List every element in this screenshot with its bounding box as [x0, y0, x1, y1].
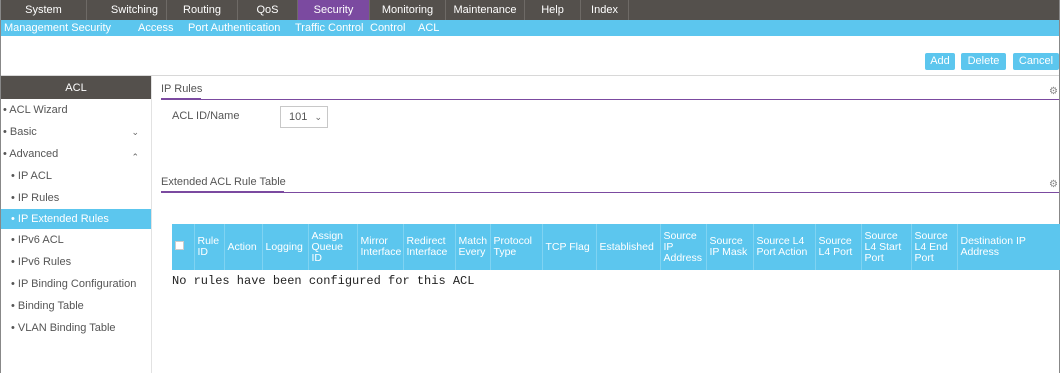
sidebar-item-label: • IP Rules	[11, 192, 60, 204]
tab-help[interactable]: Help	[525, 0, 581, 20]
sub-nav: Management Security Access Port Authenti…	[1, 20, 1059, 36]
sidebar-item-ip-binding-configuration[interactable]: • IP Binding Configuration	[1, 273, 151, 295]
top-nav: System Switching Routing QoS Security Mo…	[1, 0, 1059, 20]
ip-rules-divider	[161, 99, 1059, 100]
column-header: Source IP Address	[660, 224, 707, 270]
chevron-down-icon: ⌄	[314, 112, 322, 122]
column-header: Logging	[262, 224, 309, 270]
subtab-access[interactable]: Access	[138, 20, 188, 36]
sidebar-item-label: • Basic	[3, 126, 37, 138]
sidebar: ACL • ACL Wizard • Basic ⌄ • Advanced ⌃ • …	[1, 76, 152, 373]
sidebar-item-ipv6-rules[interactable]: • IPv6 Rules	[1, 251, 151, 273]
chevron-down-icon: ⌄	[131, 127, 139, 137]
column-header: Source L4 End Port	[911, 224, 958, 270]
sidebar-item-label: • Binding Table	[11, 300, 84, 312]
column-header: Rule ID	[194, 224, 225, 270]
column-header: Action	[224, 224, 263, 270]
tab-routing[interactable]: Routing	[167, 0, 238, 20]
sidebar-item-advanced[interactable]: • Advanced ⌃	[1, 143, 151, 165]
sidebar-item-label: • Advanced	[3, 148, 59, 160]
sidebar-item-label: • IPv6 Rules	[11, 256, 72, 268]
tab-qos[interactable]: QoS	[238, 0, 298, 20]
sidebar-item-label: • IPv6 ACL	[11, 234, 64, 246]
sidebar-item-acl-wizard[interactable]: • ACL Wizard	[1, 99, 151, 121]
sidebar-item-basic[interactable]: • Basic ⌄	[1, 121, 151, 143]
tab-system[interactable]: System	[1, 0, 87, 20]
sidebar-item-ipv6-acl[interactable]: • IPv6 ACL	[1, 229, 151, 251]
tab-index[interactable]: Index	[581, 0, 629, 20]
tab-security[interactable]: Security	[298, 0, 370, 20]
tab-maintenance[interactable]: Maintenance	[446, 0, 525, 20]
sidebar-item-label: • ACL Wizard	[3, 104, 68, 116]
acl-id-select[interactable]: 101 ⌄	[280, 106, 328, 128]
subtab-traffic-control[interactable]: Traffic Control	[295, 20, 370, 36]
acl-id-label: ACL ID/Name	[172, 110, 240, 122]
column-header: TCP Flag	[542, 224, 597, 270]
gear-icon[interactable]: ⚙	[1049, 179, 1058, 190]
checkbox-icon	[175, 241, 184, 250]
sidebar-item-label: • IP ACL	[11, 170, 52, 182]
column-header: Redirect Interface	[403, 224, 456, 270]
empty-table-message: No rules have been configured for this A…	[172, 274, 475, 288]
ip-rules-section-title: IP Rules	[161, 83, 203, 95]
subtab-management-security[interactable]: Management Security	[4, 20, 138, 36]
column-header: Established	[596, 224, 661, 270]
column-header: Destination IP Address	[957, 224, 1060, 270]
tab-switching[interactable]: Switching	[87, 0, 167, 20]
sidebar-item-vlan-binding-table[interactable]: • VLAN Binding Table	[1, 317, 151, 339]
add-button[interactable]: Add	[925, 53, 955, 70]
column-header: Source L4 Start Port	[861, 224, 912, 270]
tab-monitoring[interactable]: Monitoring	[370, 0, 446, 20]
rule-table-section-title: Extended ACL Rule Table	[161, 176, 286, 188]
sidebar-item-ip-acl[interactable]: • IP ACL	[1, 165, 151, 187]
column-header: Assign Queue ID	[308, 224, 358, 270]
column-header: Source IP Mask	[706, 224, 754, 270]
toolbar: Add Delete Cancel	[1, 36, 1059, 76]
table-header-row: Rule ID Action Logging Assign Queue ID M…	[172, 224, 1060, 270]
subtab-acl[interactable]: ACL	[418, 20, 448, 36]
sidebar-item-binding-table[interactable]: • Binding Table	[1, 295, 151, 317]
sidebar-header: ACL	[1, 76, 151, 99]
select-all-checkbox[interactable]	[172, 224, 195, 270]
gear-icon[interactable]: ⚙	[1049, 86, 1058, 97]
sidebar-item-ip-rules[interactable]: • IP Rules	[1, 187, 151, 209]
sidebar-item-label: • VLAN Binding Table	[11, 322, 116, 334]
table-row: No rules have been configured for this A…	[172, 270, 1060, 292]
sidebar-item-ip-extended-rules[interactable]: • IP Extended Rules	[1, 209, 151, 229]
sidebar-item-label: • IP Binding Configuration	[11, 278, 137, 290]
rule-table-divider	[161, 192, 1059, 193]
extended-acl-rule-table: Rule ID Action Logging Assign Queue ID M…	[172, 224, 1060, 292]
acl-id-value: 101	[289, 111, 308, 123]
sidebar-item-label: • IP Extended Rules	[11, 213, 109, 225]
column-header: Match Every	[455, 224, 491, 270]
cancel-button[interactable]: Cancel	[1013, 53, 1059, 70]
column-header: Source L4 Port	[815, 224, 862, 270]
column-header: Source L4 Port Action	[753, 224, 816, 270]
delete-button[interactable]: Delete	[961, 53, 1006, 70]
column-header: Mirror Interface	[357, 224, 404, 270]
subtab-control[interactable]: Control	[370, 20, 418, 36]
column-header: Protocol Type	[490, 224, 543, 270]
subtab-port-authentication[interactable]: Port Authentication	[188, 20, 295, 36]
